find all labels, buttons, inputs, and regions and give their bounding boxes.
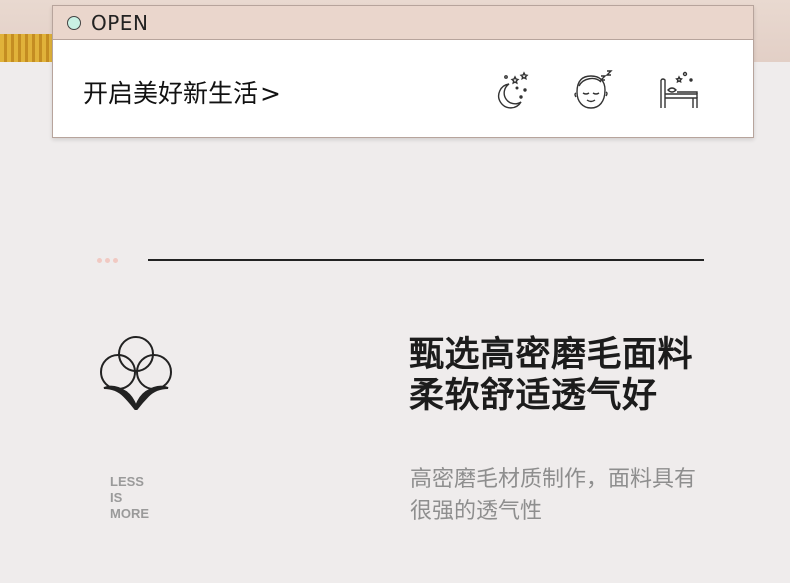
feature-description: 高密磨毛材质制作，面料具有 很强的透气性 (410, 464, 730, 528)
divider-dots (97, 258, 118, 263)
status-label: OPEN (91, 10, 149, 35)
status-dot-icon (67, 15, 81, 30)
sleeping-face-icon (571, 68, 615, 112)
cotton-flower-icon (96, 332, 176, 412)
desc-line-2: 很强的透气性 (410, 499, 543, 524)
headline-line-2: 柔软舒适透气好 (409, 376, 658, 416)
moon-stars-icon (491, 68, 535, 112)
chevron-right-icon: > (260, 79, 281, 108)
slogan-text: 开启美好新生活 (83, 79, 259, 108)
desc-line-1: 高密磨毛材质制作，面料具有 (410, 467, 697, 492)
card-header: OPEN (53, 6, 753, 40)
divider-dot (97, 258, 102, 263)
feature-headline: 甄选高密磨毛面料 柔软舒适透气好 (409, 335, 693, 417)
motto-line: IS (110, 490, 123, 505)
card-body: 开启美好新生活> (53, 40, 753, 137)
motto-block: LESS IS MORE (110, 474, 149, 522)
headline-line-1: 甄选高密磨毛面料 (409, 335, 694, 375)
slogan-link[interactable]: 开启美好新生活> (83, 74, 281, 110)
info-card: OPEN 开启美好新生活> (52, 5, 754, 138)
motto-line: LESS (110, 474, 144, 489)
motto-line: MORE (110, 506, 149, 521)
divider-dot (105, 258, 110, 263)
bed-icon (657, 68, 701, 112)
photo-edge-decoration (0, 34, 54, 62)
divider-line (148, 259, 704, 261)
divider-dot (113, 258, 118, 263)
